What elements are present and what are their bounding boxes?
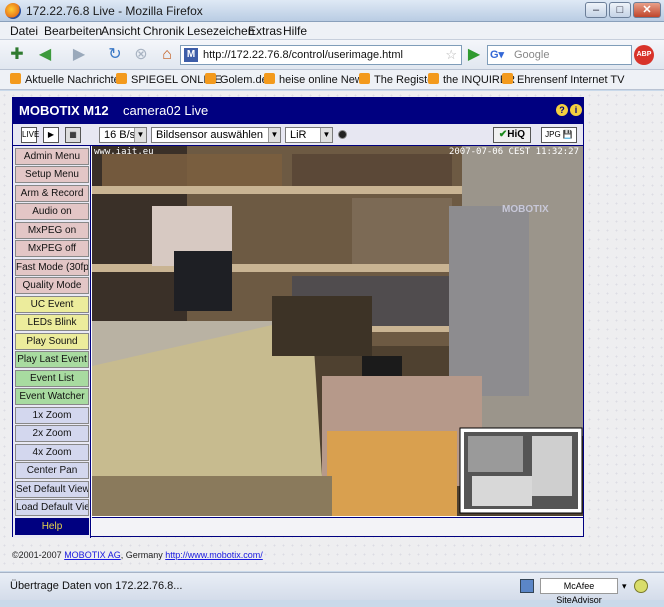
bookmark-item[interactable]: heise online News: [264, 73, 368, 86]
menu-chronik[interactable]: Chronik: [143, 24, 184, 38]
stop-icon[interactable]: ⊗: [130, 45, 152, 65]
home-icon[interactable]: ⌂: [156, 45, 178, 65]
record-indicator-icon: [338, 130, 347, 139]
event-list-button[interactable]: Event List: [15, 370, 89, 387]
rss-icon: [205, 73, 216, 84]
maximize-button[interactable]: □: [609, 2, 631, 18]
live-mode-icon[interactable]: LIVE: [21, 127, 39, 143]
mobotix-app: MOBOTIX M12 camera02 Live ? i LIVE ▶ ▦ 1…: [12, 97, 584, 538]
network-icon[interactable]: [520, 579, 534, 593]
control-bar: LIVE ▶ ▦ 16 B/s ▼ Bildsensor auswählen ▼ L…: [13, 124, 583, 146]
menu-ansicht[interactable]: Ansicht: [101, 24, 140, 38]
status-bar: Übertrage Daten von 172.22.76.8... McAfe…: [0, 572, 664, 605]
search-placeholder: Google: [514, 49, 550, 61]
app-header: MOBOTIX M12 camera02 Live ? i: [13, 98, 583, 124]
uc-event-button[interactable]: UC Event: [15, 296, 89, 313]
go-button[interactable]: ▶: [463, 45, 485, 65]
firefox-icon: [5, 3, 21, 19]
app-status-row: [92, 517, 583, 536]
center-pan-button[interactable]: Center Pan: [15, 462, 89, 479]
google-icon[interactable]: G▾: [490, 48, 504, 62]
play-last-event-button[interactable]: Play Last Event: [15, 351, 89, 368]
event-watcher-button[interactable]: Event Watcher: [15, 388, 89, 405]
info-icon[interactable]: i: [570, 104, 582, 116]
navigation-toolbar: ✚ ◀ ▶ ↻ ⊗ ⌂ M http://172.22.76.8/control…: [0, 40, 664, 70]
menu-hilfe[interactable]: Hilfe: [283, 24, 307, 38]
brand-title: MOBOTIX M12: [19, 103, 109, 118]
window-title: 172.22.76.8 Live - Mozilla Firefox: [26, 4, 203, 18]
zoom-1x-button[interactable]: 1x Zoom: [15, 407, 89, 424]
play-sound-button[interactable]: Play Sound: [15, 333, 89, 350]
site-icon: M: [184, 48, 198, 62]
back-button[interactable]: ◀: [34, 45, 56, 65]
multiview-icon[interactable]: ▦: [65, 127, 81, 143]
sidebar-menu: Admin Menu Setup Menu Arm & Record Audio…: [13, 146, 91, 538]
url-bar[interactable]: M http://172.22.76.8/control/userimage.h…: [180, 45, 462, 65]
sensor-select[interactable]: Bildsensor auswählen ▼: [151, 127, 281, 143]
lens-select[interactable]: LiR ▼: [285, 127, 333, 143]
url-text: http://172.22.76.8/control/userimage.htm…: [203, 49, 403, 61]
jpg-save-button[interactable]: JPG 💾: [541, 127, 577, 143]
help-icon[interactable]: ?: [556, 104, 568, 116]
bookmark-item[interactable]: Aktuelle Nachrichten: [10, 73, 126, 86]
hiq-button[interactable]: ✔HiQ: [493, 127, 531, 143]
bookmarks-bar: Aktuelle Nachrichten SPIEGEL ONLINE Gole…: [0, 70, 664, 90]
country-text: , Germany: [120, 550, 163, 560]
set-default-view-button[interactable]: Set Default View: [15, 481, 89, 498]
setup-menu-button[interactable]: Setup Menu: [15, 166, 89, 183]
rate-select[interactable]: 16 B/s ▼: [99, 127, 147, 143]
search-input[interactable]: G▾ Google: [487, 45, 632, 65]
minimize-button[interactable]: –: [585, 2, 607, 18]
new-tab-icon[interactable]: ✚: [6, 45, 28, 65]
bookmark-star-icon[interactable]: ☆: [445, 47, 457, 63]
arm-record-button[interactable]: Arm & Record: [15, 185, 89, 202]
rss-icon: [116, 73, 127, 84]
bookmark-item[interactable]: Golem.de: [205, 73, 268, 86]
camera-live-image[interactable]: www.iait.eu 2007-07-06 CEST 11:32:27 MOB…: [92, 146, 583, 516]
mobotix-watermark: MOBOTIX: [502, 204, 549, 215]
company-link[interactable]: MOBOTIX AG: [64, 550, 121, 560]
status-text: Übertrage Daten von 172.22.76.8...: [10, 580, 183, 592]
page-content: MOBOTIX M12 camera02 Live ? i LIVE ▶ ▦ 1…: [0, 91, 664, 571]
room-scene-image: [92, 146, 583, 516]
zoom-2x-button[interactable]: 2x Zoom: [15, 425, 89, 442]
website-link[interactable]: http://www.mobotix.com/: [165, 550, 263, 560]
reload-icon[interactable]: ↻: [104, 45, 126, 65]
mcafee-siteadvisor[interactable]: McAfee SiteAdvisor: [540, 578, 618, 605]
help-button[interactable]: Help: [15, 518, 89, 535]
quality-mode-button[interactable]: Quality Mode: [15, 277, 89, 294]
load-default-view-button[interactable]: Load Default View: [15, 499, 89, 516]
bookmark-item[interactable]: The Register: [359, 73, 437, 86]
zoom-4x-button[interactable]: 4x Zoom: [15, 444, 89, 461]
chevron-down-icon[interactable]: ▾: [622, 581, 627, 592]
copyright-text: ©2001-2007: [12, 550, 62, 560]
admin-menu-button[interactable]: Admin Menu: [15, 148, 89, 165]
menu-bar: Datei Bearbeiten Ansicht Chronik Lesezei…: [0, 22, 664, 40]
camera-title: camera02 Live: [123, 103, 209, 118]
rss-icon: [502, 73, 513, 84]
osd-text-left: www.iait.eu: [94, 147, 154, 157]
bookmark-item[interactable]: Ehrensenf Internet TV: [502, 73, 624, 86]
menu-datei[interactable]: Datei: [10, 24, 38, 38]
audio-on-button[interactable]: Audio on: [15, 203, 89, 220]
rss-icon: [428, 73, 439, 84]
fast-mode-button[interactable]: Fast Mode (30fps): [15, 259, 89, 276]
mxpeg-on-button[interactable]: MxPEG on: [15, 222, 89, 239]
mxpeg-off-button[interactable]: MxPEG off: [15, 240, 89, 257]
rss-icon: [359, 73, 370, 84]
page-footer: ©2001-2007 MOBOTIX AG, Germany http://ww…: [12, 550, 263, 560]
adblock-icon[interactable]: ABP: [634, 45, 654, 65]
player-mode-icon[interactable]: ▶: [43, 127, 59, 143]
window-titlebar: 172.22.76.8 Live - Mozilla Firefox – □ ✕: [0, 0, 664, 22]
forward-button[interactable]: ▶: [68, 45, 90, 65]
menu-lesezeichen[interactable]: Lesezeichen: [187, 24, 254, 38]
greasemonkey-icon[interactable]: [634, 579, 648, 593]
rss-icon: [264, 73, 275, 84]
leds-blink-button[interactable]: LEDs Blink: [15, 314, 89, 331]
menu-bearbeiten[interactable]: Bearbeiten: [44, 24, 102, 38]
menu-extras[interactable]: Extras: [248, 24, 282, 38]
rss-icon: [10, 73, 21, 84]
osd-timestamp: 2007-07-06 CEST 11:32:27: [448, 147, 579, 157]
close-button[interactable]: ✕: [633, 2, 661, 18]
